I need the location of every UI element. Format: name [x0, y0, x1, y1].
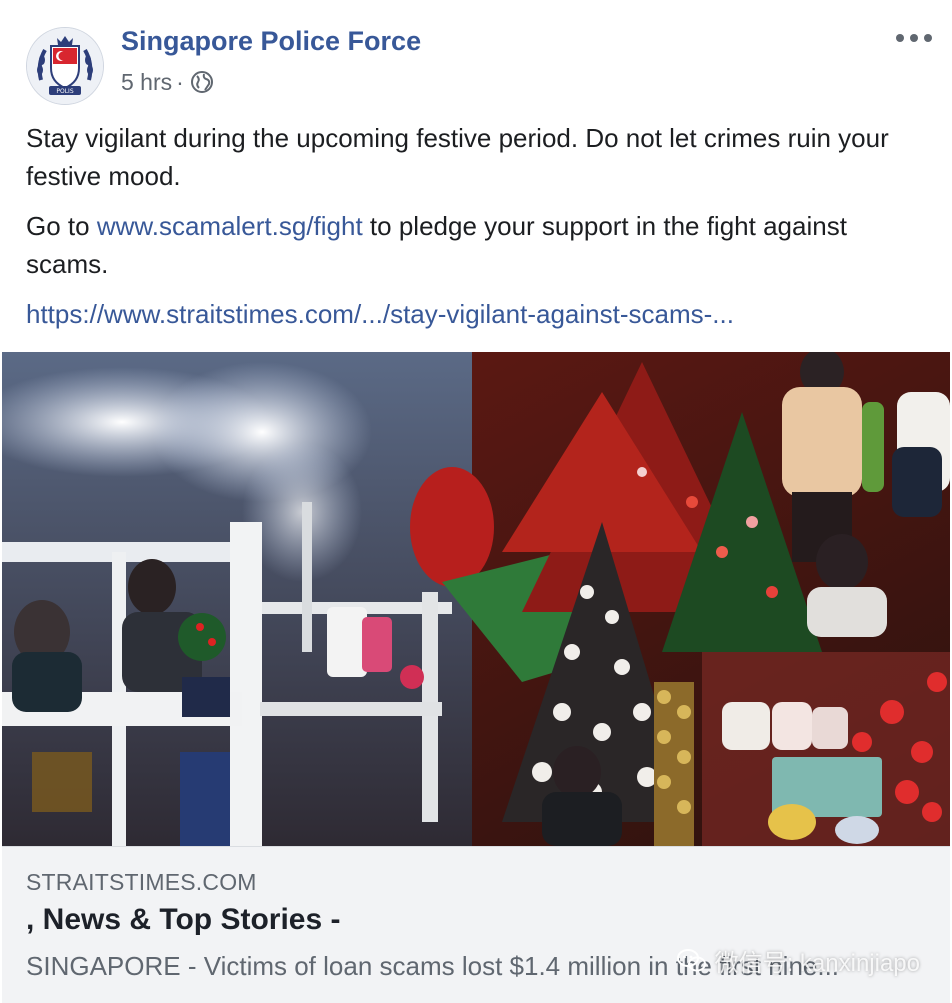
link-preview-card[interactable]: STRAITSTIMES.COM , News & Top Stories - … — [2, 846, 950, 1003]
post-text-paragraph-1: Stay vigilant during the upcoming festiv… — [26, 123, 889, 191]
post-text-paragraph-2: Go to www.scamalert.sg/fight to pledge y… — [26, 207, 916, 283]
page-name-link[interactable]: Singapore Police Force — [121, 26, 421, 57]
post-meta: 5 hrs · — [121, 68, 214, 96]
wechat-icon — [676, 948, 707, 974]
wechat-watermark: 微信号: kanxinjiapo — [676, 943, 920, 978]
preview-domain: STRAITSTIMES.COM — [26, 869, 257, 895]
pledge-text-before: Go to — [26, 211, 97, 241]
globe-icon[interactable] — [190, 70, 214, 94]
scamalert-link[interactable]: www.scamalert.sg/fight — [97, 211, 363, 241]
more-dot — [924, 34, 932, 42]
police-crest-logo: POLIS — [27, 28, 103, 104]
link-preview-image[interactable] — [2, 352, 950, 846]
facebook-post: POLIS Singapore Police Force 5 hrs · Sta… — [0, 0, 952, 1003]
christmas-shop-photo — [2, 352, 950, 846]
preview-title[interactable]: , News & Top Stories - — [26, 903, 341, 937]
more-dot — [910, 34, 918, 42]
meta-separator: · — [176, 68, 184, 95]
post-text-paragraph-3: https://www.straitstimes.com/.../stay-vi… — [26, 295, 926, 333]
more-options-icon[interactable] — [896, 26, 932, 50]
svg-text:POLIS: POLIS — [56, 88, 73, 95]
page-avatar[interactable]: POLIS — [26, 27, 104, 105]
straitstimes-article-link[interactable]: https://www.straitstimes.com/.../stay-vi… — [26, 299, 734, 329]
watermark-text: 微信号: kanxinjiapo — [714, 950, 920, 977]
more-dot — [896, 34, 904, 42]
post-timestamp[interactable]: 5 hrs — [121, 69, 172, 96]
